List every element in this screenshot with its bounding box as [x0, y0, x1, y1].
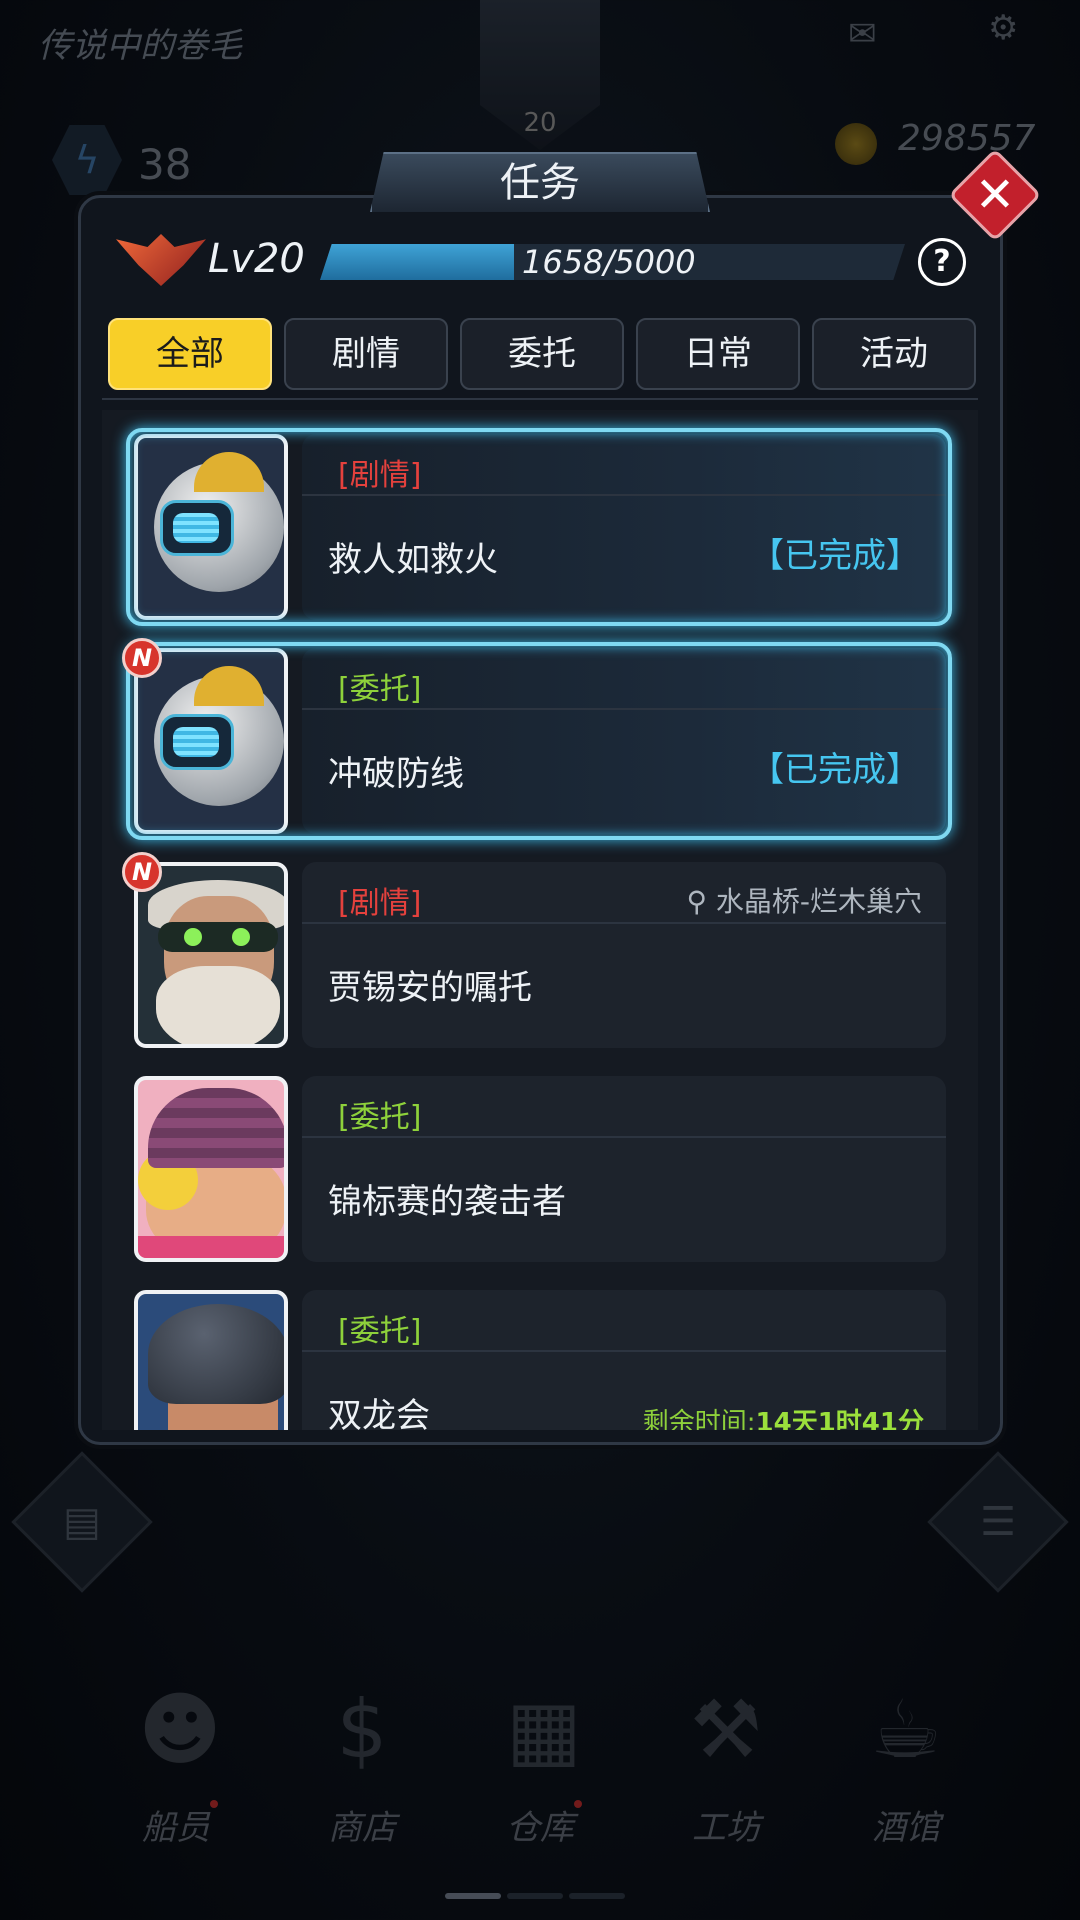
quest-location: ⚲ 水晶桥-烂木巢穴	[686, 880, 922, 920]
timer-label: 剩余时间:	[642, 1408, 756, 1430]
quest-title: 冲破防线	[328, 754, 464, 794]
close-icon: ✕	[974, 167, 1016, 223]
quest-category-tag: [委托]	[338, 1100, 422, 1135]
quest-portrait-old-man	[134, 862, 288, 1048]
quest-portrait-kid	[134, 1076, 288, 1262]
modal-title: 任务	[370, 152, 710, 212]
quest-level-label: Lv20	[208, 236, 305, 282]
location-pin-icon: ⚲	[686, 885, 716, 918]
tabs-divider	[102, 398, 978, 400]
help-button[interactable]: ?	[918, 238, 966, 286]
new-badge: N	[122, 638, 162, 678]
xp-progress-text: 1658/5000	[522, 243, 696, 281]
quest-timer: 剩余时间:14天1时41分	[643, 1402, 924, 1430]
xp-progress-fill	[320, 244, 514, 280]
tab-daily[interactable]: 日常	[636, 318, 800, 390]
quest-card[interactable]: N [剧情] ⚲ 水晶桥-烂木巢穴 贾锡安的嘱托	[122, 852, 948, 1050]
quest-category-tag: [剧情]	[338, 458, 422, 493]
tab-all[interactable]: 全部	[108, 318, 272, 390]
quest-portrait-helmet-man	[134, 1290, 288, 1430]
quest-card[interactable]: [剧情] 救人如救火 【已完成】	[126, 428, 952, 626]
tab-commission[interactable]: 委托	[460, 318, 624, 390]
tab-event[interactable]: 活动	[812, 318, 976, 390]
quest-card[interactable]: [委托] 锦标赛的袭击者	[130, 1074, 948, 1264]
quest-location-text: 水晶桥-烂木巢穴	[715, 885, 922, 918]
new-badge: N	[122, 852, 162, 892]
quest-category-tag: [委托]	[338, 672, 422, 707]
quest-status-completed: 【已完成】	[750, 750, 920, 790]
quest-card[interactable]: [委托] 双龙会 剩余时间:14天1时41分	[130, 1288, 948, 1430]
quest-portrait-robot	[134, 434, 288, 620]
rank-badge-icon	[116, 228, 206, 298]
quest-title: 救人如救火	[328, 540, 498, 580]
quest-list[interactable]: [剧情] 救人如救火 【已完成】 N [委托] 冲破防线 【已完成】 N [剧情…	[102, 410, 978, 1430]
tab-story[interactable]: 剧情	[284, 318, 448, 390]
quest-portrait-robot	[134, 648, 288, 834]
quest-category-tag: [剧情]	[338, 886, 422, 921]
quest-title: 贾锡安的嘱托	[328, 968, 532, 1008]
quest-status-completed: 【已完成】	[750, 536, 920, 576]
quest-title: 双龙会	[328, 1396, 430, 1430]
timer-value: 14天1时41分	[755, 1408, 924, 1430]
quest-category-tag: [委托]	[338, 1314, 422, 1349]
quest-card[interactable]: N [委托] 冲破防线 【已完成】	[122, 638, 952, 840]
quest-title: 锦标赛的袭击者	[328, 1182, 566, 1222]
